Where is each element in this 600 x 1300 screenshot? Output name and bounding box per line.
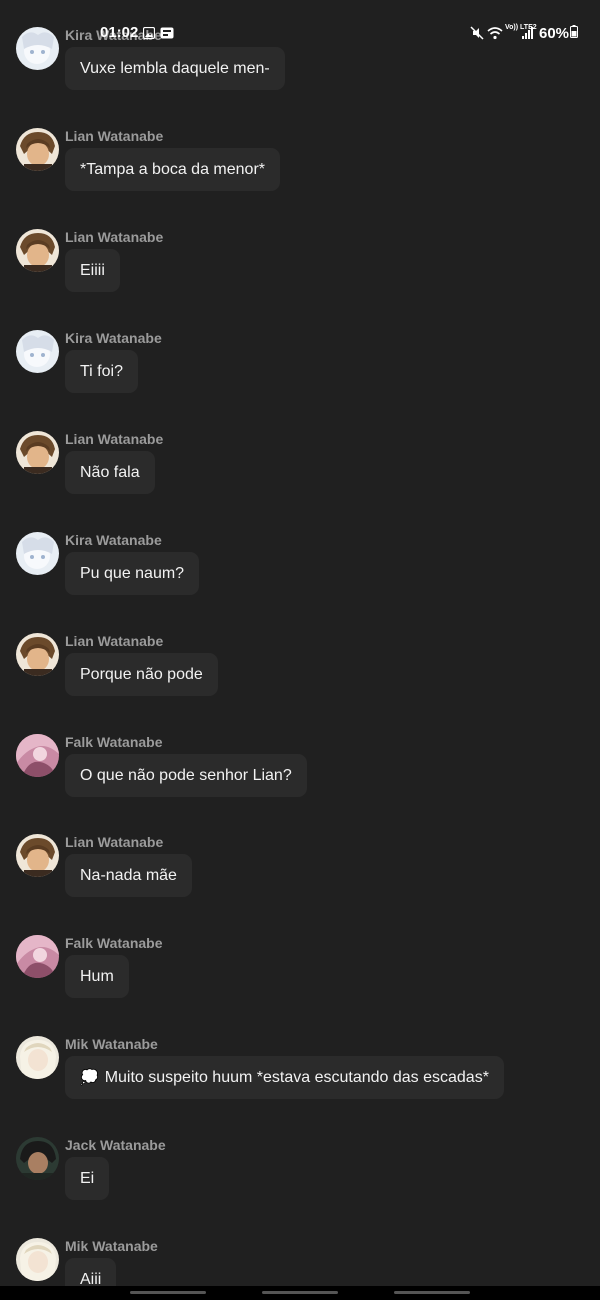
sender-name: Lian Watanabe — [65, 431, 164, 447]
sender-name: Kira Watanabe — [65, 27, 162, 43]
sender-name: Falk Watanabe — [65, 935, 163, 951]
message-text: Aiii — [80, 1271, 102, 1286]
message-text: Não fala — [80, 464, 140, 481]
avatar-falk[interactable] — [16, 935, 59, 978]
chat-message: Falk Watanabe O que não pode senhor Lian… — [0, 734, 600, 835]
message-bubble[interactable]: Ei — [65, 1157, 110, 1200]
chat-message: Kira Watanabe Pu que naum? — [0, 532, 600, 633]
back-handle[interactable] — [394, 1291, 470, 1294]
chat-message: Lian Watanabe Eiiii — [0, 229, 600, 330]
chat-message: Kira Watanabe Vuxe lembla daquele men- — [0, 27, 600, 128]
sender-name: Kira Watanabe — [65, 532, 162, 548]
avatar-lian[interactable] — [16, 834, 59, 877]
message-bubble[interactable]: *Tampa a boca da menor* — [65, 148, 280, 191]
avatar-lian[interactable] — [16, 229, 59, 272]
avatar-jack[interactable] — [16, 1137, 59, 1180]
navigation-bar — [0, 1286, 600, 1300]
sender-name: Lian Watanabe — [65, 128, 164, 144]
message-bubble[interactable]: Na-nada mãe — [65, 854, 192, 897]
sender-name: Falk Watanabe — [65, 734, 163, 750]
chat-message: Lian Watanabe Porque não pode — [0, 633, 600, 734]
chat-message: Mik Watanabe 💭 Muito suspeito huum *estav… — [0, 1036, 600, 1137]
message-bubble[interactable]: O que não pode senhor Lian? — [65, 754, 307, 797]
recent-apps-handle[interactable] — [130, 1291, 206, 1294]
avatar-falk[interactable] — [16, 734, 59, 777]
chat-message: Lian Watanabe Na-nada mãe — [0, 834, 600, 935]
message-text: Porque não pode — [80, 666, 203, 683]
message-bubble[interactable]: 💭 Muito suspeito huum *estava escutando d… — [65, 1056, 504, 1099]
home-handle[interactable] — [262, 1291, 338, 1294]
message-bubble[interactable]: Hum — [65, 955, 129, 998]
message-bubble[interactable]: Pu que naum? — [65, 552, 200, 595]
message-text: Eiiii — [80, 262, 105, 279]
sender-name: Kira Watanabe — [65, 330, 162, 346]
chat-message: Falk Watanabe Hum — [0, 935, 600, 1036]
avatar-lian[interactable] — [16, 633, 59, 676]
message-text: Muito suspeito huum *estava escutando da… — [104, 1069, 489, 1086]
avatar-lian[interactable] — [16, 431, 59, 474]
message-bubble[interactable]: Porque não pode — [65, 653, 218, 696]
avatar-kira[interactable] — [16, 27, 59, 70]
avatar-mik[interactable] — [16, 1238, 59, 1281]
sender-name: Mik Watanabe — [65, 1238, 158, 1254]
chat-message: Lian Watanabe *Tampa a boca da menor* — [0, 128, 600, 229]
message-bubble[interactable]: Não fala — [65, 451, 155, 494]
avatar-lian[interactable] — [16, 128, 59, 171]
avatar-kira[interactable] — [16, 330, 59, 373]
message-text: Ti foi? — [80, 363, 123, 380]
chat-message: Jack Watanabe Ei — [0, 1137, 600, 1238]
message-bubble[interactable]: Aiii — [65, 1258, 117, 1286]
sender-name: Mik Watanabe — [65, 1036, 158, 1052]
sender-name: Lian Watanabe — [65, 633, 164, 649]
message-text: Na-nada mãe — [80, 867, 177, 884]
avatar-kira[interactable] — [16, 532, 59, 575]
message-text: *Tampa a boca da menor* — [80, 161, 265, 178]
message-text: Pu que naum? — [80, 565, 185, 582]
avatar-mik[interactable] — [16, 1036, 59, 1079]
message-bubble[interactable]: Eiiii — [65, 249, 120, 292]
message-text: Hum — [80, 968, 114, 985]
chat-message: Mik Watanabe Aiii — [0, 1238, 600, 1286]
thought-bubble-icon: 💭 — [80, 1069, 99, 1086]
sender-name: Lian Watanabe — [65, 229, 164, 245]
message-text: O que não pode senhor Lian? — [80, 767, 292, 784]
chat-message-list[interactable]: Kira Watanabe Vuxe lembla daquele men- L… — [0, 0, 600, 1286]
sender-name: Lian Watanabe — [65, 834, 164, 850]
chat-message: Kira Watanabe Ti foi? — [0, 330, 600, 431]
sender-name: Jack Watanabe — [65, 1137, 166, 1153]
chat-message: Lian Watanabe Não fala — [0, 431, 600, 532]
message-text: Ei — [80, 1170, 95, 1187]
message-bubble[interactable]: Ti foi? — [65, 350, 138, 393]
message-text: Vuxe lembla daquele men- — [80, 60, 270, 77]
message-bubble[interactable]: Vuxe lembla daquele men- — [65, 47, 285, 90]
